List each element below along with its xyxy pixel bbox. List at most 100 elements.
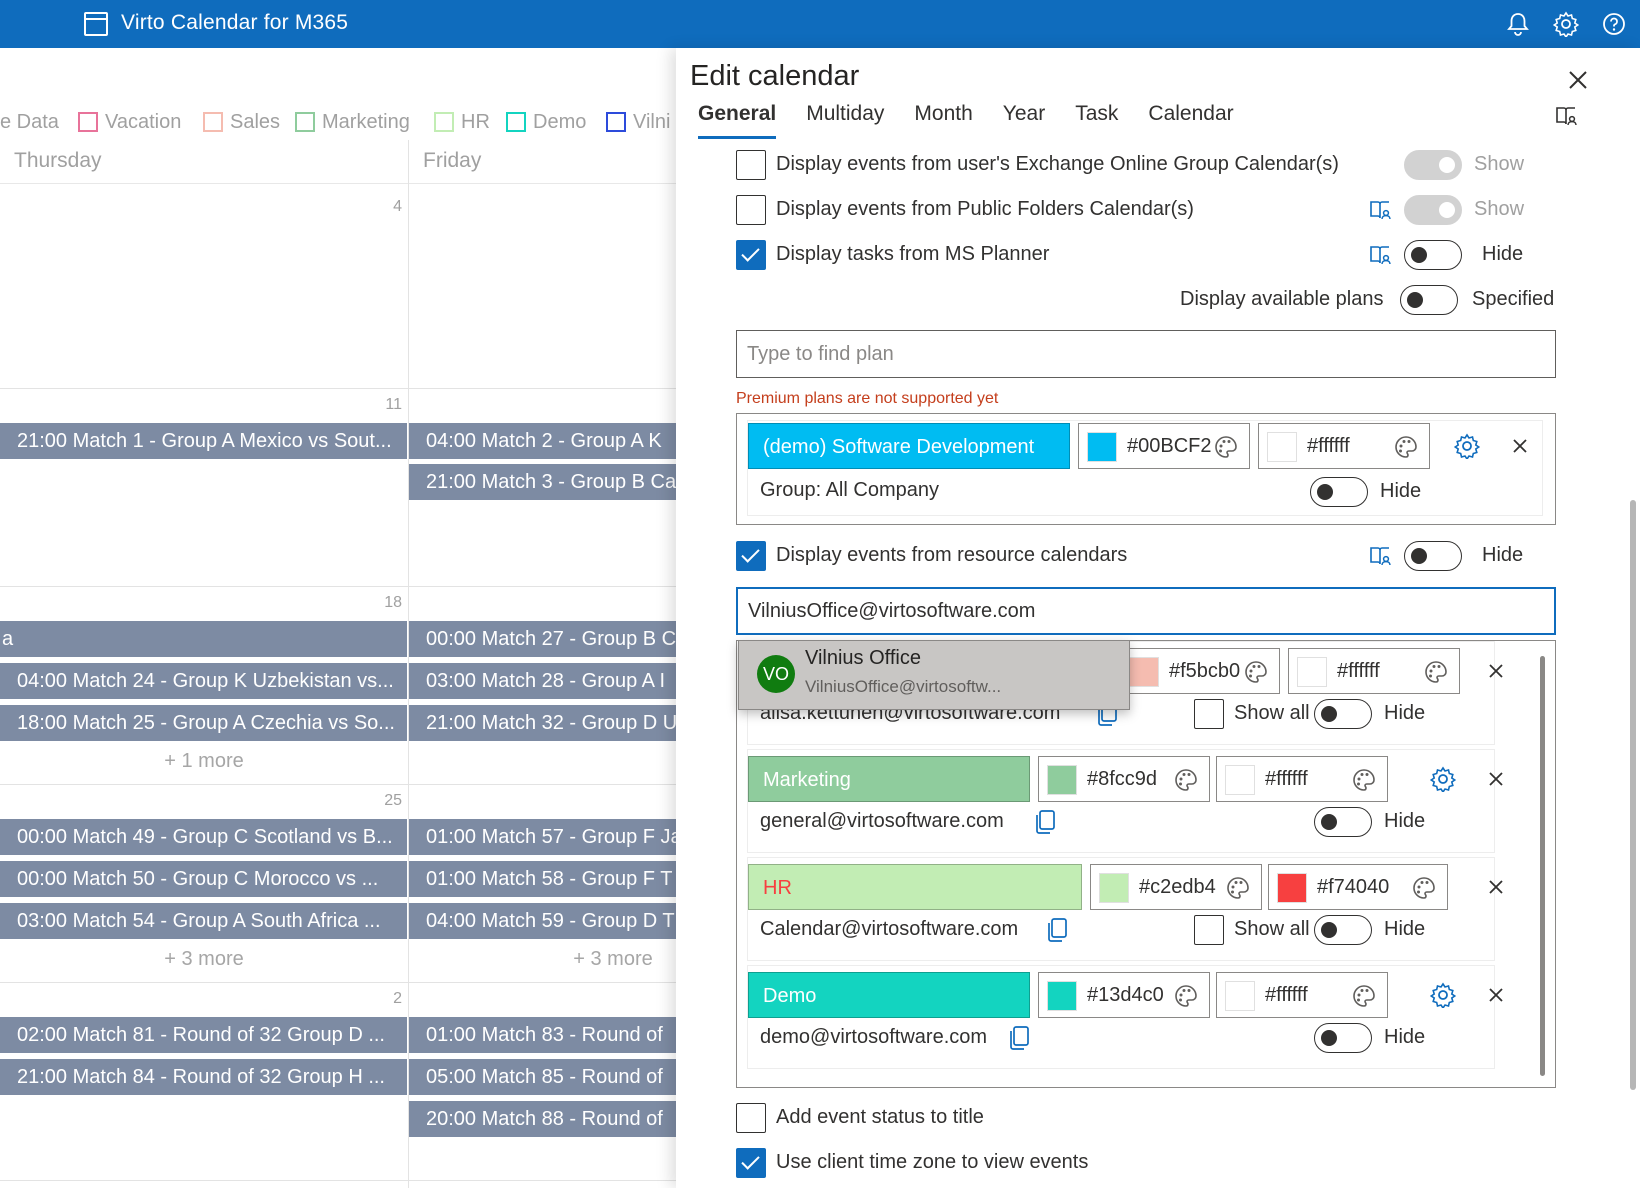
remove-icon[interactable]	[1510, 436, 1530, 456]
ms-planner-checkbox[interactable]	[736, 240, 766, 270]
resource-color-picker[interactable]: #13d4c0	[1038, 972, 1210, 1018]
palette-icon[interactable]	[1173, 983, 1199, 1009]
plan-toggle[interactable]	[1310, 477, 1368, 507]
event-bar[interactable]: 00:00 Match 49 - Group C Scotland vs B..…	[0, 819, 407, 855]
tab-month[interactable]: Month	[914, 100, 972, 140]
event-bar[interactable]: 04:00 Match 59 - Group D T	[409, 903, 676, 939]
gear-icon[interactable]	[1552, 10, 1580, 38]
tab-year[interactable]: Year	[1003, 100, 1045, 140]
plan-name[interactable]: (demo) Software Development	[748, 423, 1070, 469]
client-timezone-checkbox[interactable]	[736, 1148, 766, 1178]
event-bar[interactable]: 04:00 Match 2 - Group A K	[409, 423, 676, 459]
plan-text-color-picker[interactable]: #ffffff	[1258, 423, 1430, 469]
exchange-groups-toggle[interactable]	[1404, 150, 1462, 180]
resource-toggle[interactable]	[1314, 807, 1372, 837]
book-user-icon[interactable]	[1368, 243, 1392, 267]
remove-icon[interactable]	[1486, 877, 1506, 897]
event-bar[interactable]: a	[0, 621, 407, 657]
resource-text-color-picker[interactable]: #ffffff	[1288, 648, 1460, 694]
gear-icon[interactable]	[1429, 982, 1457, 1010]
gear-icon[interactable]	[1453, 433, 1481, 461]
bell-icon[interactable]	[1504, 10, 1532, 38]
more-link[interactable]: + 3 more	[0, 948, 408, 971]
public-folders-toggle[interactable]	[1404, 195, 1462, 225]
event-bar[interactable]: 01:00 Match 58 - Group F T	[409, 861, 676, 897]
tab-multiday[interactable]: Multiday	[806, 100, 884, 140]
resource-toggle[interactable]	[1314, 915, 1372, 945]
public-folders-checkbox[interactable]	[736, 195, 766, 225]
tab-general[interactable]: General	[698, 100, 777, 140]
plan-search-input[interactable]	[736, 330, 1556, 378]
event-bar[interactable]: 03:00 Match 28 - Group A I	[409, 663, 676, 699]
event-bar[interactable]: 03:00 Match 54 - Group A South Africa ..…	[0, 903, 407, 939]
resource-name[interactable]: HR	[748, 864, 1082, 910]
event-bar[interactable]: 05:00 Match 85 - Round of	[409, 1059, 676, 1095]
legend-item[interactable]: e Data	[0, 110, 59, 134]
resource-calendars-checkbox[interactable]	[736, 541, 766, 571]
tab-calendar[interactable]: Calendar	[1148, 100, 1233, 140]
palette-icon[interactable]	[1225, 875, 1251, 901]
palette-icon[interactable]	[1411, 875, 1437, 901]
help-icon[interactable]	[1600, 10, 1628, 38]
book-user-icon[interactable]	[1368, 544, 1392, 568]
resource-color-picker[interactable]: #8fcc9d	[1038, 756, 1210, 802]
palette-icon[interactable]	[1243, 659, 1269, 685]
event-bar[interactable]: 18:00 Match 25 - Group A Czechia vs So..…	[0, 705, 407, 741]
gear-icon[interactable]	[1429, 766, 1457, 794]
tab-task[interactable]: Task	[1075, 100, 1118, 140]
book-user-icon[interactable]	[1368, 198, 1392, 222]
remove-icon[interactable]	[1486, 985, 1506, 1005]
event-bar[interactable]: 00:00 Match 50 - Group C Morocco vs ...	[0, 861, 407, 897]
event-bar[interactable]: 02:00 Match 81 - Round of 32 Group D ...	[0, 1017, 407, 1053]
palette-icon[interactable]	[1213, 434, 1239, 460]
legend-item[interactable]: HR	[434, 110, 490, 134]
close-icon[interactable]	[1566, 68, 1590, 92]
resource-text-color-picker[interactable]: #f74040	[1268, 864, 1448, 910]
more-link[interactable]: + 1 more	[0, 750, 408, 773]
panel-scrollbar[interactable]	[1630, 500, 1636, 1090]
available-plans-toggle[interactable]	[1400, 285, 1458, 315]
exchange-groups-checkbox[interactable]	[736, 150, 766, 180]
resource-name[interactable]: Demo	[748, 972, 1030, 1018]
resource-color-picker[interactable]: #f5bcb0	[1120, 648, 1280, 694]
resource-toggle[interactable]	[1314, 1023, 1372, 1053]
resource-name[interactable]: Marketing	[748, 756, 1030, 802]
event-bar[interactable]: 01:00 Match 57 - Group F Ja	[409, 819, 676, 855]
event-bar[interactable]: 20:00 Match 88 - Round of	[409, 1101, 676, 1137]
resource-text-color-picker[interactable]: #ffffff	[1216, 972, 1388, 1018]
resource-text-color-picker[interactable]: #ffffff	[1216, 756, 1388, 802]
more-link[interactable]: + 3 more	[409, 948, 676, 971]
resource-search-input[interactable]	[736, 587, 1556, 635]
resource-toggle[interactable]	[1314, 699, 1372, 729]
copy-icon[interactable]	[1008, 1025, 1030, 1051]
legend-item[interactable]: Demo	[506, 110, 586, 134]
resource-suggestion[interactable]: VO Vilnius Office VilniusOffice@virtosof…	[738, 640, 1130, 710]
legend-item[interactable]: Vilni	[606, 110, 670, 134]
ms-planner-toggle[interactable]	[1404, 240, 1462, 270]
palette-icon[interactable]	[1173, 767, 1199, 793]
show-all-checkbox[interactable]	[1194, 699, 1224, 729]
palette-icon[interactable]	[1423, 659, 1449, 685]
resource-color-picker[interactable]: #c2edb4	[1090, 864, 1262, 910]
legend-item[interactable]: Marketing	[295, 110, 410, 134]
palette-icon[interactable]	[1351, 767, 1377, 793]
event-bar[interactable]: 04:00 Match 24 - Group K Uzbekistan vs..…	[0, 663, 407, 699]
copy-icon[interactable]	[1046, 917, 1068, 943]
copy-icon[interactable]	[1034, 809, 1056, 835]
event-bar[interactable]: 21:00 Match 3 - Group B Ca	[409, 464, 676, 500]
event-bar[interactable]: 21:00 Match 84 - Round of 32 Group H ...	[0, 1059, 407, 1095]
legend-item[interactable]: Sales	[203, 110, 280, 134]
book-user-icon[interactable]	[1554, 104, 1578, 128]
event-status-checkbox[interactable]	[736, 1103, 766, 1133]
event-bar[interactable]: 00:00 Match 27 - Group B C	[409, 621, 676, 657]
event-bar[interactable]: 21:00 Match 1 - Group A Mexico vs Sout..…	[0, 423, 407, 459]
remove-icon[interactable]	[1486, 769, 1506, 789]
palette-icon[interactable]	[1393, 434, 1419, 460]
show-all-checkbox[interactable]	[1194, 915, 1224, 945]
legend-item[interactable]: Vacation	[78, 110, 181, 134]
resource-calendars-toggle[interactable]	[1404, 541, 1462, 571]
resource-list-scrollbar[interactable]	[1540, 656, 1545, 1076]
palette-icon[interactable]	[1351, 983, 1377, 1009]
plan-color-picker[interactable]: #00BCF2	[1078, 423, 1250, 469]
remove-icon[interactable]	[1486, 661, 1506, 681]
